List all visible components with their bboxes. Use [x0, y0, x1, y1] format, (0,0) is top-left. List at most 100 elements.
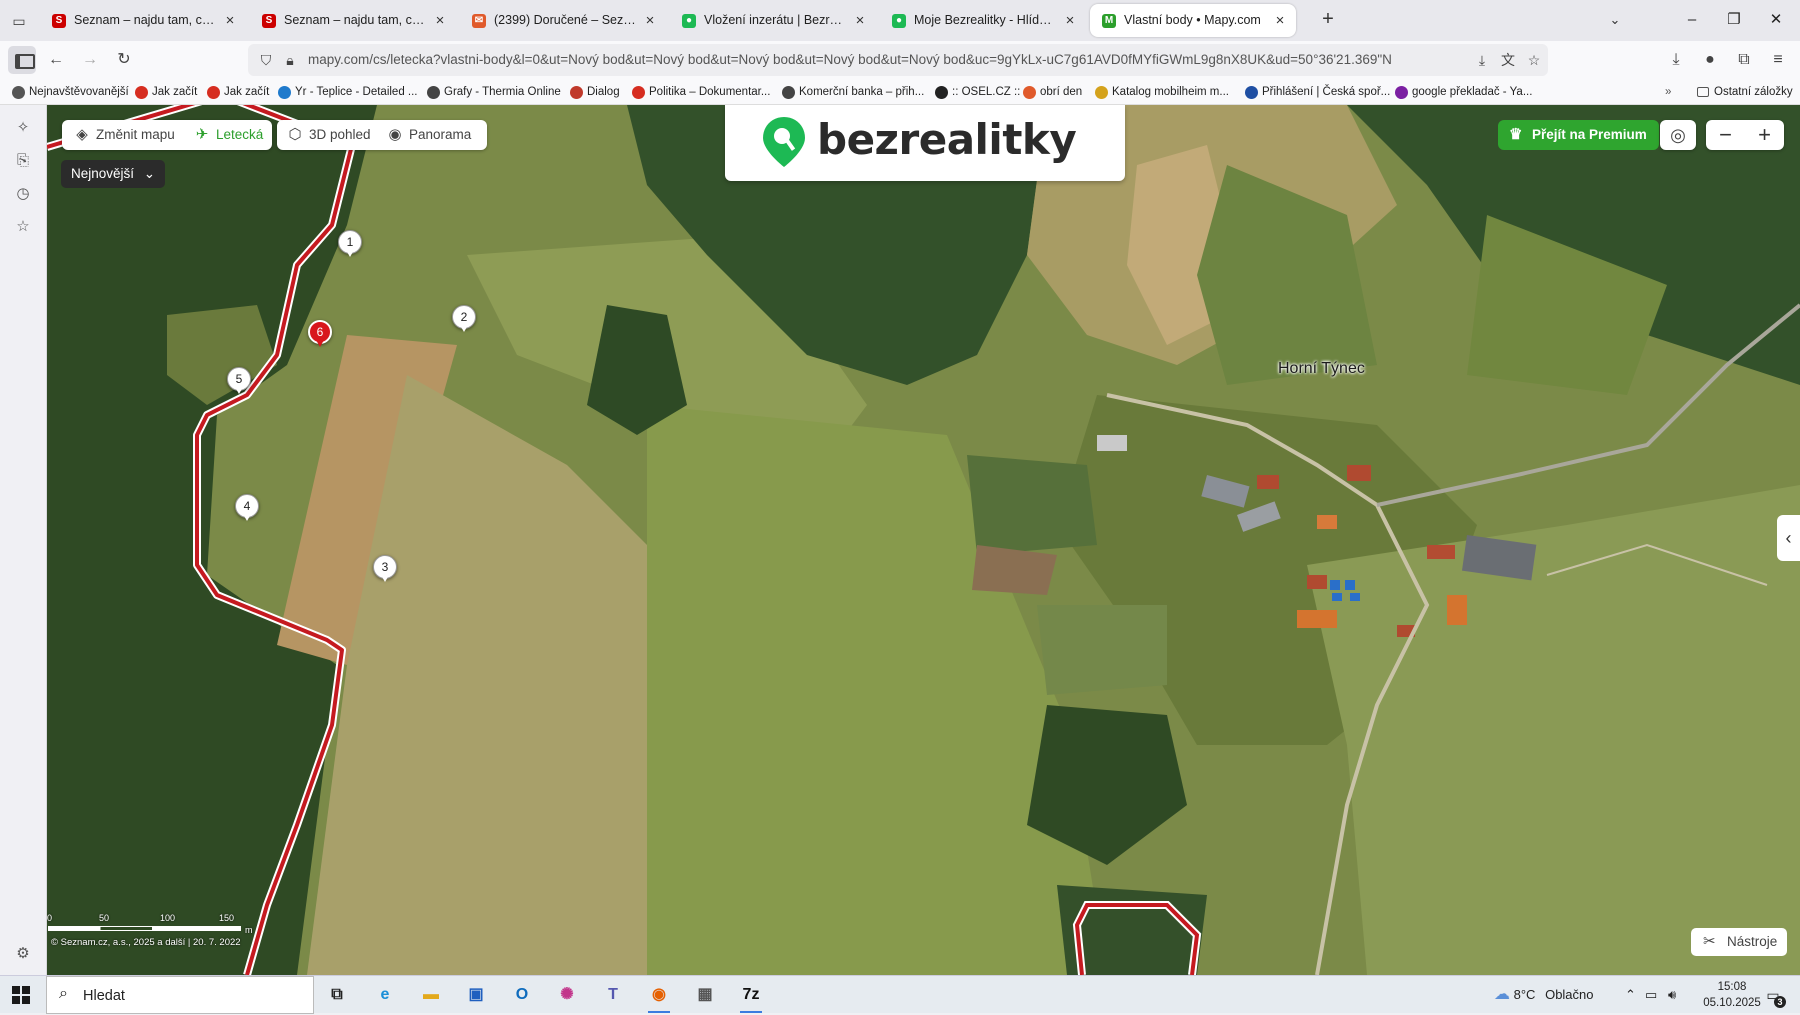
- ai-chatbot-icon[interactable]: ✧: [12, 117, 34, 139]
- zoom-in-button[interactable]: +: [1745, 120, 1784, 150]
- 7zip-icon[interactable]: 7z: [734, 980, 768, 1013]
- tray-overflow-chevron-icon[interactable]: ⌃: [1625, 976, 1636, 1014]
- route-point-4[interactable]: 4: [235, 494, 259, 521]
- browser-tab[interactable]: S Seznam – najdu tam, co neznám ×: [250, 4, 456, 37]
- route-point-5[interactable]: 5: [227, 367, 251, 394]
- map-copyright[interactable]: © Seznam.cz, a.s., 2025 a další | 20. 7.…: [51, 937, 241, 948]
- downloads-icon[interactable]: ⤓: [1663, 48, 1689, 72]
- store-icon[interactable]: ▣: [459, 980, 493, 1010]
- file-explorer-icon[interactable]: ▬: [414, 980, 448, 1010]
- 3d-view-label: 3D pohled: [309, 127, 371, 142]
- bookmark-favicon-icon: [12, 86, 25, 99]
- route-point-3[interactable]: 3: [373, 555, 397, 582]
- taskbar-search-box[interactable]: ⌕ Hledat: [46, 976, 314, 1014]
- bookmark-item[interactable]: Yr - Teplice - Detailed ...: [278, 83, 418, 101]
- microsoft-365-icon[interactable]: ✺: [550, 980, 584, 1010]
- synced-tabs-icon[interactable]: ⎘: [12, 150, 34, 172]
- browser-tab[interactable]: M Vlastní body • Mapy.com ×: [1090, 4, 1296, 37]
- aerial-map[interactable]: 1 2 3 4 5 6 Horní Týnec ◈ Změnit mapu ✈ …: [47, 105, 1800, 975]
- close-tab-icon[interactable]: ×: [1272, 4, 1288, 37]
- windows-start-icon[interactable]: [12, 986, 30, 1004]
- bookmarks-overflow-icon[interactable]: »: [1665, 83, 1671, 101]
- customize-sidebar-gear-icon[interactable]: ⚙: [12, 943, 34, 965]
- close-tab-icon[interactable]: ×: [642, 4, 658, 37]
- bookmark-favicon-icon: [135, 86, 148, 99]
- other-bookmarks-folder[interactable]: Ostatní záložky: [1697, 83, 1793, 101]
- bookmark-item[interactable]: Nejnavštěvovanější: [12, 83, 129, 101]
- url-bar[interactable]: ⛉ 🔒︎ mapy.com/cs/letecka?vlastni-body&l=…: [248, 44, 1548, 76]
- close-tab-icon[interactable]: ×: [432, 4, 448, 37]
- volume-icon[interactable]: 🔊︎: [1668, 976, 1676, 1014]
- browser-tab[interactable]: ● Vložení inzerátu | Bezrealitky ×: [670, 4, 876, 37]
- bookmark-item[interactable]: Jak začít: [135, 83, 197, 101]
- meet-icon[interactable]: ▭: [1645, 976, 1657, 1014]
- bookmark-item[interactable]: obrí den: [1023, 83, 1082, 101]
- bookmark-item[interactable]: Přihlášení | Česká spoř...: [1245, 83, 1390, 101]
- zoom-out-button[interactable]: −: [1706, 120, 1745, 150]
- 3d-view-button[interactable]: ⬡ 3D pohled: [283, 120, 371, 150]
- sort-dropdown[interactable]: Nejnovější ⌄: [61, 160, 166, 188]
- forward-arrow-icon[interactable]: →: [77, 48, 103, 72]
- close-window-button[interactable]: ✕: [1756, 6, 1796, 34]
- clock-date: 05.10.2025: [1703, 997, 1761, 1009]
- save-page-icon[interactable]: ⤓: [1470, 48, 1494, 72]
- url-text[interactable]: mapy.com/cs/letecka?vlastni-body&l=0&ut=…: [308, 44, 1458, 76]
- list-all-tabs-chevron-icon[interactable]: ⌄: [1603, 8, 1627, 32]
- reload-icon[interactable]: ↻: [111, 48, 137, 72]
- zoom-controls: − +: [1706, 120, 1784, 150]
- menu-icon[interactable]: ≡: [1765, 48, 1791, 72]
- notifications-icon[interactable]: ▭ 3: [1760, 984, 1786, 1008]
- bookmark-label: Grafy - Thermia Online: [444, 86, 561, 98]
- bookmarks-star-icon[interactable]: ☆: [12, 216, 34, 238]
- route-point-2[interactable]: 2: [452, 305, 476, 332]
- panorama-button[interactable]: ◉ Panorama: [383, 120, 471, 150]
- back-arrow-icon[interactable]: ←: [43, 48, 69, 72]
- tab-list-icon[interactable]: ▭: [8, 10, 30, 32]
- bookmark-item[interactable]: Dialog: [570, 83, 620, 101]
- translate-icon[interactable]: 文: [1496, 48, 1520, 72]
- bookmark-item[interactable]: Komerční banka – přih...: [782, 83, 924, 101]
- browser-tab[interactable]: ● Moje Bezrealitky - Hlídací pes ×: [880, 4, 1086, 37]
- change-map-button[interactable]: ◈ Změnit mapu: [70, 120, 175, 150]
- restore-button[interactable]: ❐: [1714, 6, 1754, 34]
- outlook-icon[interactable]: O: [505, 980, 539, 1010]
- tools-button[interactable]: ✂ Nástroje: [1691, 928, 1788, 956]
- shield-icon[interactable]: ⛉: [254, 48, 278, 72]
- edge-icon[interactable]: e: [368, 980, 402, 1010]
- bookmark-item[interactable]: google překladač - Ya...: [1395, 83, 1532, 101]
- route-point-1[interactable]: 1: [338, 230, 362, 257]
- place-label-horni-tynec[interactable]: Horní Týnec: [1278, 360, 1365, 378]
- history-icon[interactable]: ◷: [12, 183, 34, 205]
- locate-me-button[interactable]: ◎: [1660, 120, 1696, 150]
- bookmark-item[interactable]: Jak začít: [207, 83, 269, 101]
- go-premium-button[interactable]: ♛ Přejít na Premium: [1498, 120, 1659, 150]
- bookmark-item[interactable]: :: OSEL.CZ ::: [935, 83, 1020, 101]
- weather-widget[interactable]: ☁ 8°C Oblačno: [1494, 976, 1594, 1014]
- task-view-icon[interactable]: ⧉: [320, 980, 354, 1010]
- bookmark-star-icon[interactable]: ☆: [1522, 48, 1546, 72]
- minimize-button[interactable]: –: [1672, 6, 1712, 34]
- calculator-icon[interactable]: ▦: [688, 980, 722, 1010]
- search-placeholder: Hledat: [83, 988, 125, 1004]
- new-tab-button[interactable]: +: [1316, 8, 1340, 32]
- lock-icon[interactable]: 🔒︎: [278, 48, 302, 72]
- taskbar-clock[interactable]: 15:08 05.10.2025: [1696, 979, 1768, 1011]
- close-tab-icon[interactable]: ×: [1062, 4, 1078, 37]
- aerial-button[interactable]: ✈ Letecká: [190, 120, 264, 150]
- expand-panel-chevron-icon[interactable]: ‹: [1777, 515, 1800, 561]
- close-tab-icon[interactable]: ×: [852, 4, 868, 37]
- browser-tab[interactable]: S Seznam – najdu tam, co neznám ×: [40, 4, 246, 37]
- advertisement-banner[interactable]: bezrealitky: [725, 105, 1125, 181]
- close-tab-icon[interactable]: ×: [222, 4, 238, 37]
- route-point-6-selected[interactable]: 6: [308, 320, 332, 347]
- extensions-icon[interactable]: ⧉: [1731, 48, 1757, 72]
- change-map-label: Změnit mapu: [96, 127, 175, 142]
- bookmark-item[interactable]: Katalog mobilheim m...: [1095, 83, 1229, 101]
- account-icon[interactable]: ●: [1697, 48, 1723, 72]
- firefox-icon[interactable]: ◉: [642, 980, 676, 1013]
- sidebar-toggle-button[interactable]: [8, 46, 36, 74]
- browser-tab[interactable]: ✉ (2399) Doručené – Seznam Email ×: [460, 4, 666, 37]
- bookmark-item[interactable]: Politika – Dokumentar...: [632, 83, 770, 101]
- teams-icon[interactable]: T: [596, 980, 630, 1010]
- bookmark-item[interactable]: Grafy - Thermia Online: [427, 83, 561, 101]
